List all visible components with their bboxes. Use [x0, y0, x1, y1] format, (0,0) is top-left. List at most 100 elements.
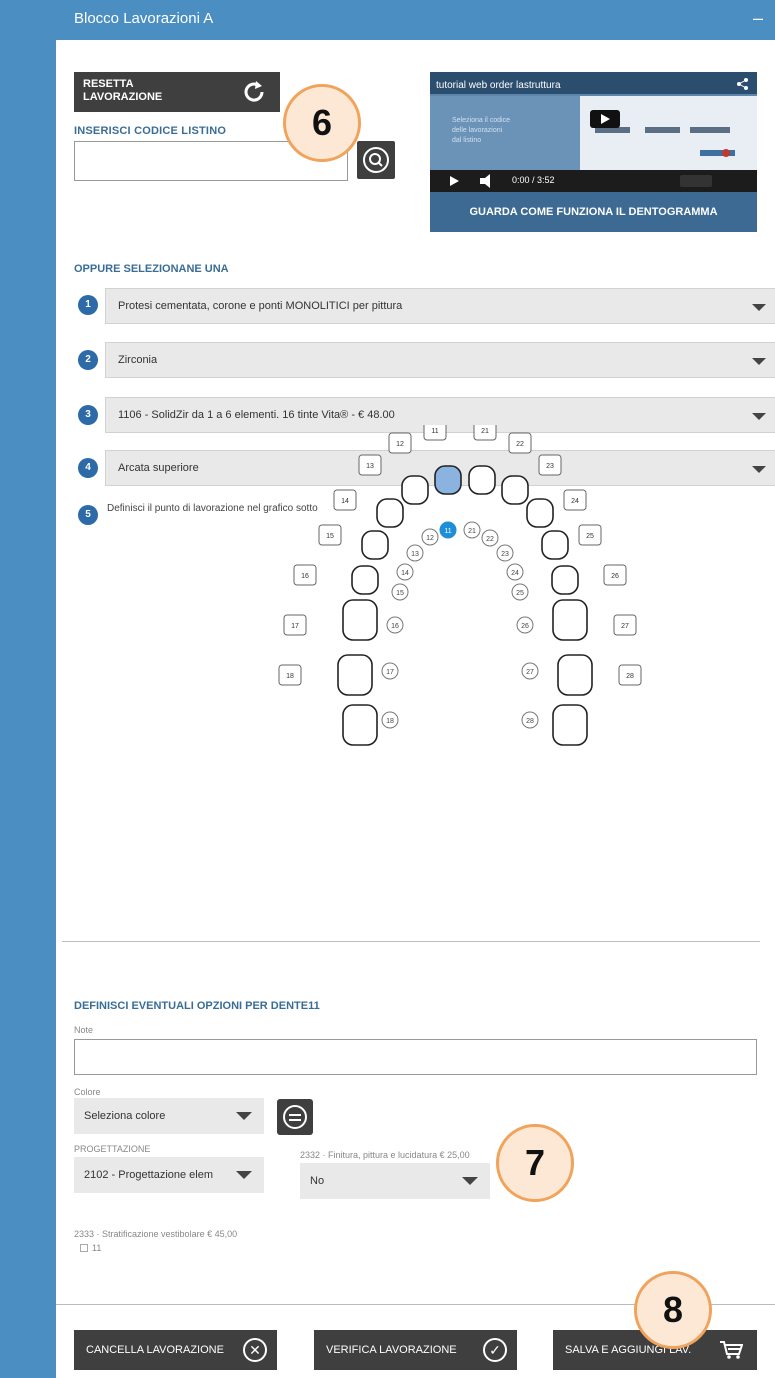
tooth-box-27[interactable]: 27	[613, 614, 637, 636]
colore-select[interactable]: Seleziona colore	[74, 1098, 264, 1134]
cancella-button[interactable]: CANCELLA LAVORAZIONE ✕	[74, 1330, 277, 1370]
tooth-box-23[interactable]: 23	[538, 454, 562, 476]
video-cta[interactable]: GUARDA COME FUNZIONA IL DENTOGRAMMA	[430, 192, 757, 232]
inner-tooth-label: 28	[526, 718, 534, 725]
progettazione-select[interactable]: 2102 - Progettazione elem	[74, 1157, 264, 1193]
tooth-box-24[interactable]: 24	[563, 489, 587, 511]
tooth-box-14[interactable]: 14	[333, 489, 357, 511]
tooth-crown-18[interactable]	[342, 704, 378, 746]
tooth-crown-12[interactable]	[401, 475, 429, 505]
tooth-crown-16[interactable]	[342, 599, 378, 641]
inner-tooth-16[interactable]: 16	[386, 616, 404, 634]
dentogramma[interactable]: 11 21 12 22 13 23 14 24 15 25 16 26 17 27 18 28 11 21 12 2…	[255, 425, 675, 875]
tooth-crown-13[interactable]	[376, 498, 404, 528]
inner-tooth-label: 25	[516, 590, 524, 597]
chevron-down-icon	[752, 358, 766, 365]
inner-tooth-24[interactable]: 24	[506, 563, 524, 581]
tooth-crowns[interactable]	[337, 465, 593, 746]
step-number-2: 2	[78, 350, 98, 370]
cart-icon	[720, 1341, 743, 1359]
inner-tooth-25[interactable]: 25	[511, 583, 529, 601]
inner-tooth-label: 12	[426, 535, 434, 542]
colore-options-button[interactable]	[277, 1099, 313, 1135]
verifica-button[interactable]: VERIFICA LAVORAZIONE ✓	[314, 1330, 517, 1370]
collapse-icon[interactable]: –	[753, 8, 763, 29]
tooth-crown-22[interactable]	[501, 475, 529, 505]
tooth-box-label: 23	[546, 463, 554, 470]
video-controls[interactable]	[430, 170, 757, 192]
tooth-box-28[interactable]: 28	[618, 664, 642, 686]
tooth-box-15[interactable]: 15	[318, 524, 342, 546]
stratificazione-checkbox[interactable]	[80, 1244, 88, 1252]
tooth-box-label: 25	[586, 533, 594, 540]
tooth-box-16[interactable]: 16	[293, 564, 317, 586]
tooth-crown-28[interactable]	[552, 704, 588, 746]
tooth-crown-14[interactable]	[361, 530, 389, 560]
step-badge-6: 6	[283, 84, 361, 162]
tooth-box-11[interactable]: 11	[423, 425, 447, 441]
verifica-label: VERIFICA LAVORAZIONE	[326, 1344, 457, 1356]
tooth-box-label: 18	[286, 673, 294, 680]
tooth-crown-17[interactable]	[337, 654, 373, 696]
finitura-select[interactable]: No	[300, 1163, 490, 1199]
tooth-crown-21[interactable]	[468, 465, 496, 495]
inner-tooth-14[interactable]: 14	[396, 563, 414, 581]
inner-tooth-21[interactable]: 21	[463, 521, 481, 539]
inner-tooth-22[interactable]: 22	[481, 529, 499, 547]
inner-tooth-15[interactable]: 15	[391, 583, 409, 601]
inner-tooth-label: 13	[411, 551, 419, 558]
play-icon[interactable]	[590, 110, 620, 128]
inner-tooth-11[interactable]: 11	[439, 521, 457, 539]
reset-button[interactable]: RESETTA LAVORAZIONE	[74, 72, 280, 112]
inner-tooth-28[interactable]: 28	[521, 711, 539, 729]
inner-tooth-label: 18	[386, 718, 394, 725]
tooth-box-25[interactable]: 25	[578, 524, 602, 546]
finitura-value: No	[310, 1175, 325, 1187]
tutorial-video[interactable]: Seleziona il codice delle lavorazioni da…	[430, 72, 757, 232]
tooth-box-26[interactable]: 26	[603, 564, 627, 586]
chevron-down-icon	[752, 304, 766, 311]
inner-tooth-numbers[interactable]: 11 21 12 22 13 23 14 24 15 25 16 26 17 27 18 28	[381, 521, 539, 729]
step-number-5: 5	[78, 505, 98, 525]
inner-tooth-27[interactable]: 27	[521, 662, 539, 680]
select-value: Zirconia	[118, 354, 158, 366]
tooth-box-18[interactable]: 18	[278, 664, 302, 686]
panel-header[interactable]: Blocco Lavorazioni A –	[56, 0, 775, 40]
tooth-box-12[interactable]: 12	[388, 432, 412, 454]
equals-line	[289, 1119, 301, 1121]
note-input[interactable]	[74, 1039, 757, 1075]
tooth-crown-11[interactable]	[434, 465, 462, 495]
search-button[interactable]	[357, 141, 395, 179]
select-value: 1106 - SolidZir da 1 a 6 elementi. 16 ti…	[118, 409, 395, 421]
inner-tooth-label: 23	[501, 551, 509, 558]
inner-tooth-17[interactable]: 17	[381, 662, 399, 680]
select-materiale[interactable]: Zirconia	[105, 342, 775, 378]
tooth-box-13[interactable]: 13	[358, 454, 382, 476]
inner-tooth-label: 15	[396, 590, 404, 597]
tooth-crown-15[interactable]	[351, 565, 379, 595]
tooth-crown-23[interactable]	[526, 498, 554, 528]
inner-tooth-13[interactable]: 13	[406, 544, 424, 562]
share-icon[interactable]	[737, 78, 749, 90]
inner-tooth-label: 24	[511, 570, 519, 577]
inner-tooth-26[interactable]: 26	[516, 616, 534, 634]
tooth-box-label: 11	[431, 428, 438, 435]
inner-tooth-12[interactable]: 12	[421, 528, 439, 546]
tooth-crown-24[interactable]	[541, 530, 569, 560]
tooth-box-21[interactable]: 21	[473, 425, 497, 441]
tooth-box-17[interactable]: 17	[283, 614, 307, 636]
inner-tooth-18[interactable]: 18	[381, 711, 399, 729]
colore-label: Colore	[74, 1087, 101, 1097]
checkbox-label: 11	[92, 1243, 102, 1253]
note-label: Note	[74, 1025, 94, 1035]
select-tipo-protesi[interactable]: Protesi cementata, corone e ponti MONOLI…	[105, 288, 775, 324]
tooth-crown-25[interactable]	[551, 565, 579, 595]
outer-teeth[interactable]: 11 21 12 22 13 23 14 24 15 25 16 26 17 27 18 28	[278, 425, 642, 686]
inner-tooth-23[interactable]: 23	[496, 544, 514, 562]
tooth-box-label: 28	[626, 673, 634, 680]
tooth-crown-26[interactable]	[552, 599, 588, 641]
inner-tooth-label: 16	[391, 623, 399, 630]
tooth-box-22[interactable]: 22	[508, 432, 532, 454]
section-divider	[62, 941, 760, 942]
tooth-crown-27[interactable]	[557, 654, 593, 696]
